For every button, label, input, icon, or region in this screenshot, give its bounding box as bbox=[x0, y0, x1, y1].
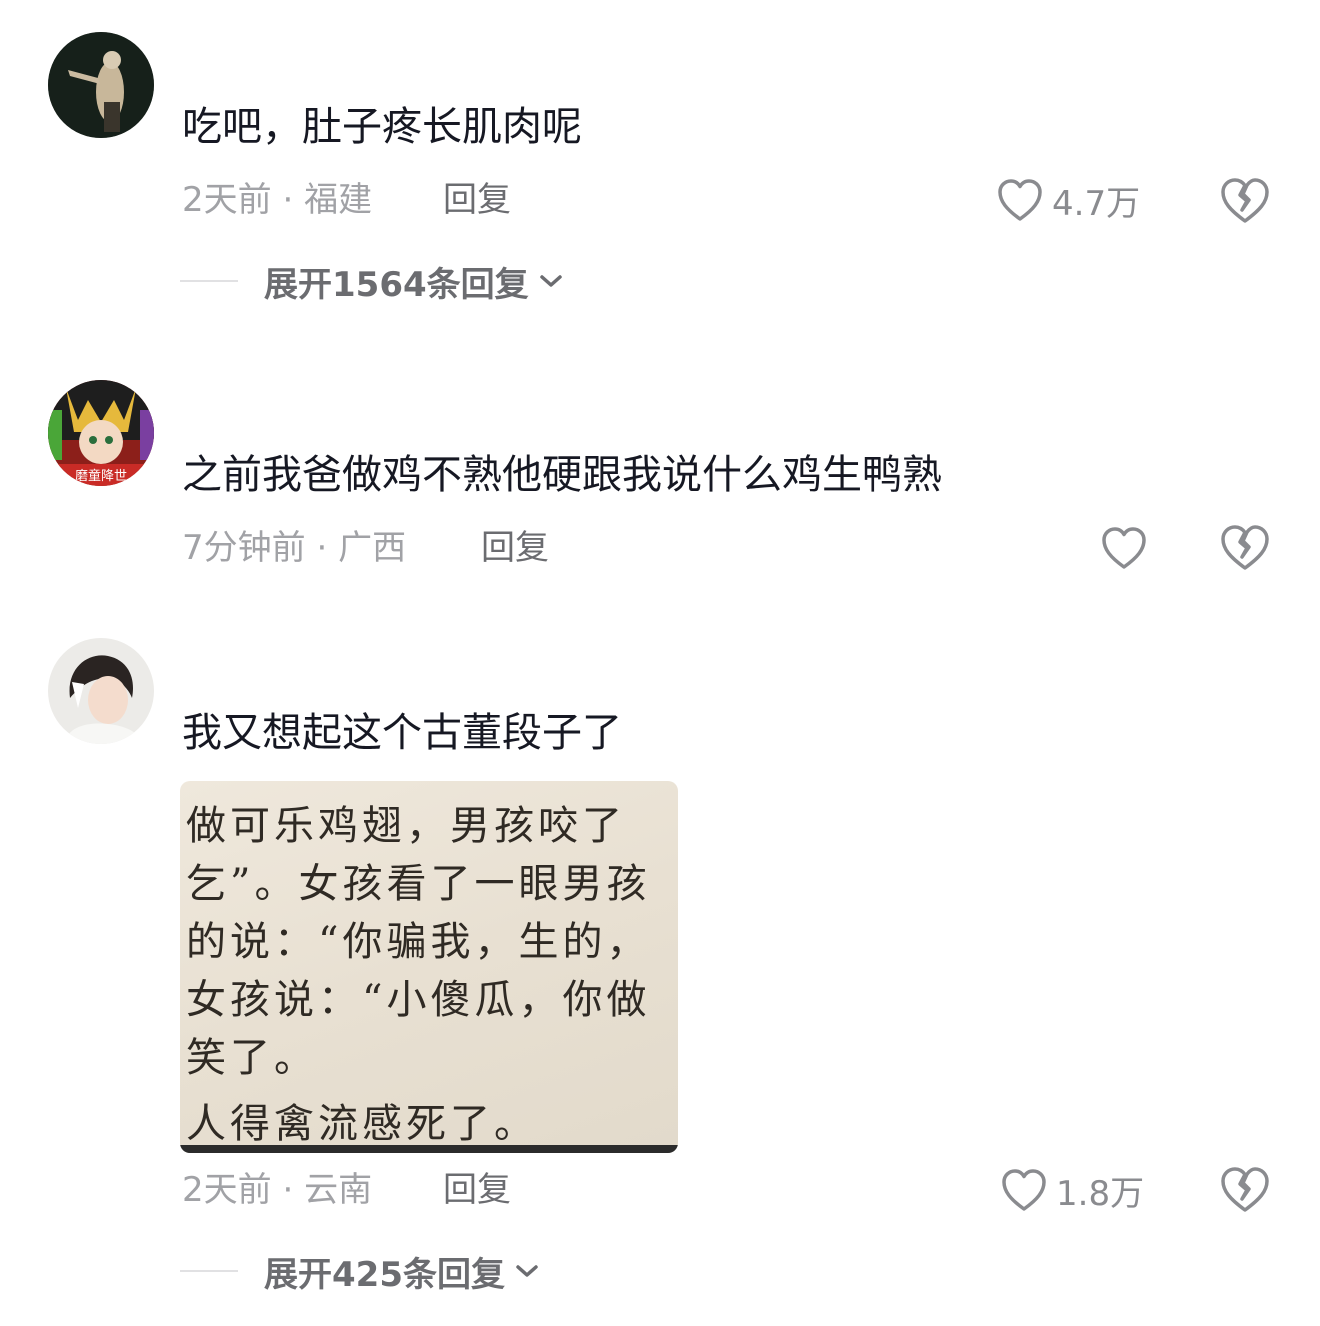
expand-replies[interactable]: 展开425条回复 bbox=[180, 1246, 541, 1296]
comment-location: 云南 bbox=[304, 1170, 373, 1210]
comment-image[interactable]: 做可乐鸡翅，男孩咬了 乞”。女孩看了一眼男孩 的说：“你骗我，生的， 女孩说：“… bbox=[180, 781, 678, 1153]
heart-icon bbox=[1102, 527, 1146, 569]
expand-replies-label: 展开1564条回复 bbox=[264, 264, 529, 305]
like-button[interactable]: 4.7万 bbox=[996, 176, 1140, 224]
meta-separator: · bbox=[271, 1170, 305, 1210]
meta-separator: · bbox=[305, 528, 339, 568]
dislike-button[interactable] bbox=[1218, 175, 1272, 227]
comment-meta: 2天前 · 福建 bbox=[182, 178, 372, 222]
divider-line bbox=[180, 280, 238, 282]
user-avatar-3[interactable] bbox=[48, 638, 154, 744]
expand-replies-label: 展开425条回复 bbox=[264, 1254, 505, 1295]
comment-meta: 2天前 · 云南 bbox=[182, 1168, 372, 1212]
divider-line bbox=[180, 1270, 238, 1272]
dislike-button[interactable] bbox=[1218, 522, 1272, 574]
comment-time: 2天前 bbox=[182, 180, 272, 220]
comment-meta: 7分钟前 · 广西 bbox=[182, 526, 406, 570]
comment-location: 福建 bbox=[304, 180, 373, 220]
image-text-line: 笑了。 bbox=[186, 1035, 318, 1081]
broken-heart-icon bbox=[1221, 178, 1269, 223]
image-bottom-edge bbox=[180, 1145, 678, 1153]
dislike-button[interactable] bbox=[1218, 1164, 1272, 1216]
expand-replies[interactable]: 展开1564条回复 bbox=[180, 256, 565, 306]
image-text-line: 乞”。女孩看了一眼男孩 bbox=[186, 861, 651, 907]
like-count: 1.8万 bbox=[1056, 1173, 1145, 1214]
image-text-line: 的说：“你骗我，生的， bbox=[186, 919, 651, 965]
comment-text: 我又想起这个古董段子了 bbox=[182, 710, 622, 756]
image-text-line: 女孩说：“小傻瓜，你做 bbox=[186, 977, 651, 1023]
image-text-line: 做可乐鸡翅，男孩咬了 bbox=[186, 803, 626, 849]
comment-time: 2天前 bbox=[182, 1170, 272, 1210]
user-avatar-1[interactable] bbox=[48, 32, 154, 138]
chevron-down-icon bbox=[516, 1265, 538, 1277]
comment-text: 吃吧，肚子疼长肌肉呢 bbox=[182, 104, 582, 150]
like-button[interactable]: 1.8万 bbox=[1000, 1166, 1144, 1214]
meta-separator: · bbox=[271, 180, 305, 220]
comment-time: 7分钟前 bbox=[182, 528, 306, 568]
broken-heart-icon bbox=[1221, 1167, 1269, 1212]
heart-icon bbox=[1002, 1169, 1046, 1211]
like-button[interactable] bbox=[1100, 524, 1156, 572]
comment-location: 广西 bbox=[338, 528, 407, 568]
image-text-line: 人得禽流感死了。 bbox=[186, 1101, 538, 1147]
reply-button[interactable]: 回复 bbox=[443, 178, 511, 222]
reply-button[interactable]: 回复 bbox=[481, 526, 549, 570]
comment-text: 之前我爸做鸡不熟他硬跟我说什么鸡生鸭熟 bbox=[182, 452, 942, 498]
user-avatar-2[interactable]: 磨童降世 bbox=[48, 380, 154, 486]
like-count: 4.7万 bbox=[1052, 183, 1141, 224]
broken-heart-icon bbox=[1221, 525, 1269, 570]
reply-button[interactable]: 回复 bbox=[443, 1168, 511, 1212]
chevron-down-icon bbox=[539, 275, 562, 287]
heart-icon bbox=[998, 179, 1042, 221]
avatar-badge-text: 磨童降世 bbox=[75, 468, 127, 484]
